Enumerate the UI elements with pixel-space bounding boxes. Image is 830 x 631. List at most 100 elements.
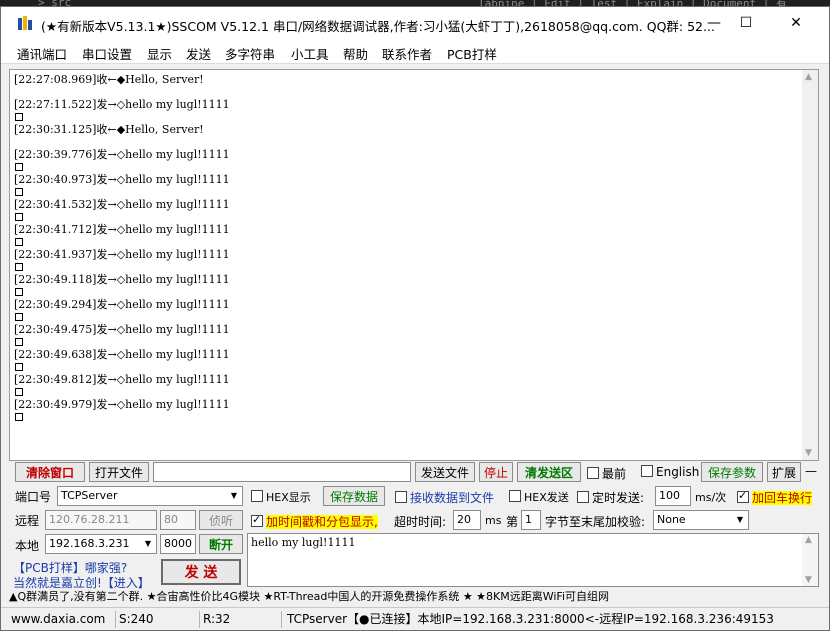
receive-area[interactable]: [22:27:08.969]收←◆Hello, Server! [22:27:11… xyxy=(9,69,819,461)
log-text: hello my lugl!1111 xyxy=(125,323,230,336)
hex-display-checkbox[interactable]: HEX显示 xyxy=(251,489,311,505)
listen-button[interactable]: 侦听 xyxy=(199,510,243,530)
timeout-unit: ms xyxy=(485,514,502,527)
checksum-select[interactable]: None ▼ xyxy=(653,510,749,530)
append-newline-checkbox[interactable]: 加回车换行 xyxy=(737,489,813,506)
append-newline-label: 加回车换行 xyxy=(752,491,813,505)
expand-button[interactable]: 扩展 xyxy=(767,462,801,482)
newline-box-icon xyxy=(15,362,23,371)
scroll-down-icon[interactable]: ▼ xyxy=(805,448,812,458)
timestamp-checkbox[interactable]: 加时间戳和分包显示, xyxy=(251,513,378,530)
log-time: [22:30:49.812] xyxy=(14,373,97,386)
log-text: hello my lugl!1111 xyxy=(125,348,230,361)
timeout-input[interactable]: 20 xyxy=(453,510,481,530)
log-text: hello my lugl!1111 xyxy=(125,98,230,111)
page-label: 第 xyxy=(506,515,519,529)
recv-to-file-checkbox[interactable]: 接收数据到文件 xyxy=(395,489,494,506)
log-dir: 发→◇ xyxy=(96,273,126,286)
newline-box-icon xyxy=(15,337,23,346)
send-file-button[interactable]: 发送文件 xyxy=(415,462,475,482)
log-text: hello my lugl!1111 xyxy=(125,298,230,311)
log-dir: 发→◇ xyxy=(96,298,126,311)
clear-send-button[interactable]: 清发送区 xyxy=(517,462,581,482)
log-time: [22:30:31.125] xyxy=(14,123,97,136)
topmost-checkbox[interactable]: 最前 xyxy=(587,465,626,482)
stop-button[interactable]: 停止 xyxy=(479,462,513,482)
log-line: [22:30:31.125]收←◆Hello, Server! xyxy=(14,123,230,149)
topmost-check-icon xyxy=(587,467,599,479)
checksum-value: None xyxy=(657,513,686,526)
menu-display[interactable]: 显示 xyxy=(147,44,172,63)
log-time: [22:30:49.638] xyxy=(14,348,97,361)
log-line: [22:27:08.969]收←◆Hello, Server! xyxy=(14,73,230,99)
menu-tools[interactable]: 小工具 xyxy=(291,44,329,63)
log-text: hello my lugl!1111 xyxy=(125,373,230,386)
checksum-label: 字节至末尾加校验: xyxy=(545,515,646,529)
remote-ip-input[interactable]: 120.76.28.211 xyxy=(45,510,157,530)
remote-port-input[interactable]: 80 xyxy=(160,510,196,530)
log-text: Hello, Server! xyxy=(125,73,204,86)
log-time: [22:27:08.969] xyxy=(14,73,97,86)
log-text: hello my lugl!1111 xyxy=(125,223,230,236)
newline-box-icon xyxy=(15,262,23,271)
ad-ticker[interactable]: ▲Q群满员了,没有第二个群. ★合宙高性价比4G模块 ★RT-Thread中国人… xyxy=(9,588,819,606)
open-file-button[interactable]: 打开文件 xyxy=(89,462,149,482)
local-port-input[interactable]: 8000 xyxy=(160,534,196,554)
timestamp-label: 加时间戳和分包显示, xyxy=(266,515,378,529)
status-bar: www.daxia.com S:240 R:32 TCPserver【●已连接】… xyxy=(1,607,829,630)
log-time: [22:30:41.937] xyxy=(14,248,97,261)
file-path-input[interactable] xyxy=(153,462,411,482)
menu-send[interactable]: 发送 xyxy=(186,44,211,63)
log-line: [22:30:40.973]发→◇hello my lugl!1111 xyxy=(14,173,230,199)
collapse-icon[interactable]: — xyxy=(805,464,817,478)
english-check-icon xyxy=(641,465,653,477)
log-dir: 发→◇ xyxy=(96,173,126,186)
receive-log: [22:27:08.969]收←◆Hello, Server! [22:27:11… xyxy=(14,73,230,424)
menu-multi-string[interactable]: 多字符串 xyxy=(225,44,275,63)
menu-contact-author[interactable]: 联系作者 xyxy=(382,44,432,63)
save-params-button[interactable]: 保存参数 xyxy=(701,462,763,482)
menu-serial-settings[interactable]: 串口设置 xyxy=(82,44,132,63)
log-dir: 发→◇ xyxy=(96,248,126,261)
save-data-button[interactable]: 保存数据 xyxy=(323,486,385,506)
chevron-down-icon: ▼ xyxy=(144,539,152,548)
newline-box-icon xyxy=(15,237,23,246)
log-line: [22:30:49.294]发→◇hello my lugl!1111 xyxy=(14,298,230,324)
log-text: hello my lugl!1111 xyxy=(125,173,230,186)
log-text: hello my lugl!1111 xyxy=(125,398,230,411)
scroll-up-icon[interactable]: ▲ xyxy=(805,72,812,82)
newline-box-icon xyxy=(15,212,23,221)
scroll-down-icon[interactable]: ▼ xyxy=(805,575,812,585)
disconnect-button[interactable]: 断开 xyxy=(199,534,243,554)
log-line: [22:30:41.532]发→◇hello my lugl!1111 xyxy=(14,198,230,224)
remote-label: 远程 xyxy=(15,514,40,528)
scroll-up-icon[interactable]: ▲ xyxy=(805,535,812,545)
port-select[interactable]: TCPServer ▼ xyxy=(57,486,243,506)
log-line: [22:30:49.475]发→◇hello my lugl!1111 xyxy=(14,323,230,349)
menu-help[interactable]: 帮助 xyxy=(343,44,368,63)
timed-send-checkbox[interactable]: 定时发送: xyxy=(577,489,644,506)
status-website[interactable]: www.daxia.com xyxy=(7,611,116,628)
page-input[interactable]: 1 xyxy=(521,510,541,530)
send-scrollbar[interactable]: ▲ ▼ xyxy=(802,534,818,586)
hex-send-label: HEX发送 xyxy=(524,491,569,504)
menu-comm-port[interactable]: 通讯端口 xyxy=(17,44,67,63)
send-button[interactable]: 发 送 xyxy=(161,559,241,585)
log-time: [22:30:49.979] xyxy=(14,398,97,411)
interval-input[interactable]: 100 xyxy=(655,486,691,506)
log-text: hello my lugl!1111 xyxy=(125,148,230,161)
log-dir: 发→◇ xyxy=(96,223,126,236)
english-checkbox[interactable]: English xyxy=(641,465,699,479)
log-dir: 发→◇ xyxy=(96,198,126,211)
close-button[interactable]: ✕ xyxy=(773,7,819,39)
clear-window-button[interactable]: 清除窗口 xyxy=(15,462,85,482)
maximize-button[interactable]: ☐ xyxy=(723,7,769,39)
local-ip-select[interactable]: 192.168.3.231 ▼ xyxy=(45,534,157,554)
port-label: 端口号 xyxy=(15,490,52,504)
log-text: hello my lugl!1111 xyxy=(125,198,230,211)
receive-scrollbar[interactable]: ▲ ▼ xyxy=(802,70,818,460)
hex-send-checkbox[interactable]: HEX发送 xyxy=(509,489,569,505)
send-textarea[interactable]: hello my lugl!1111 ▲ ▼ xyxy=(247,533,819,587)
menu-pcb[interactable]: PCB打样 xyxy=(447,44,497,63)
recv-to-file-check-icon xyxy=(395,491,407,503)
